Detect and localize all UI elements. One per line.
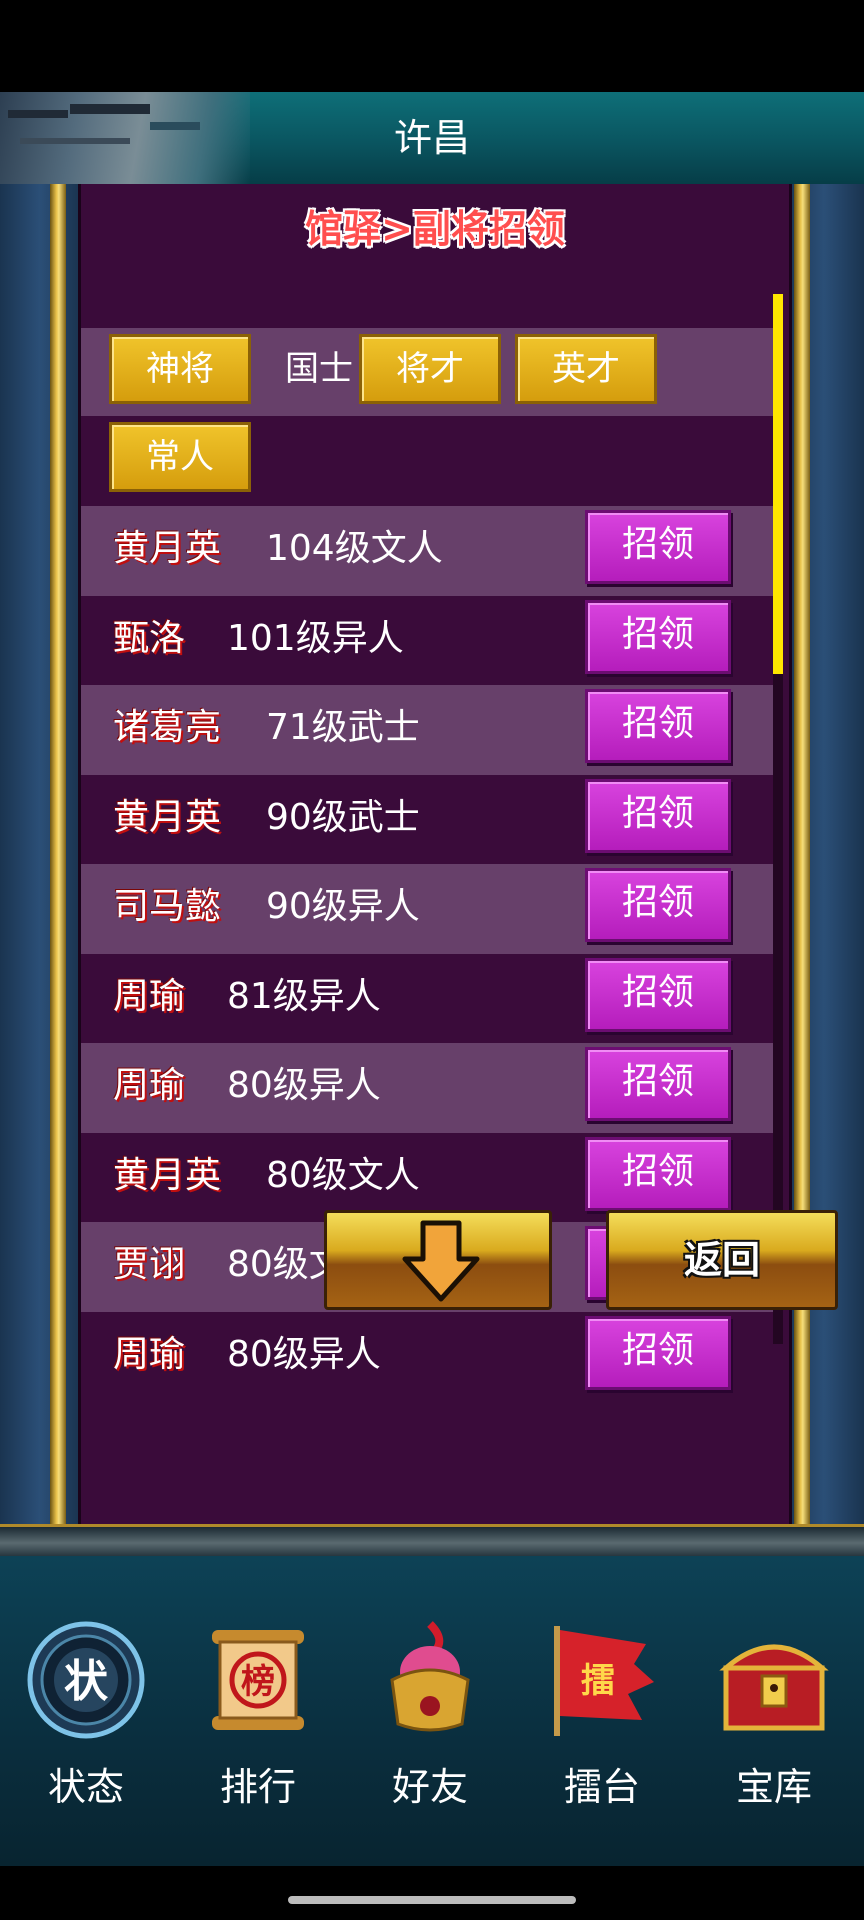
tab-treasury[interactable]: 宝库	[688, 1556, 860, 1856]
arrow-down-icon	[402, 1220, 480, 1302]
right-gold-rail	[794, 184, 810, 1524]
arena-flag-icon: 擂	[554, 1626, 654, 1736]
general-info: 80级异人	[227, 1333, 381, 1375]
recruit-button[interactable]: 招领	[585, 778, 731, 853]
filter-changren-button[interactable]: 常人	[109, 422, 251, 492]
list-item: 周瑜 80级异人 招领	[81, 1043, 773, 1133]
general-name: 黄月英	[113, 796, 222, 838]
general-info: 71级武士	[266, 707, 420, 748]
tab-status[interactable]: 状 状态	[0, 1556, 172, 1856]
back-button[interactable]: 返回	[606, 1210, 838, 1310]
general-info: 101级异人	[227, 617, 404, 659]
list-item: 黄月英 104级文人 招领	[81, 506, 773, 596]
tab-treasury-label: 宝库	[735, 1765, 812, 1809]
general-name: 甄洛	[113, 617, 186, 659]
recruit-button[interactable]: 招领	[585, 1047, 731, 1121]
general-name: 贾诩	[113, 1244, 186, 1285]
list-item: 甄洛 101级异人 招领	[81, 595, 773, 685]
recruit-panel: 馆驿>副将招领 神将 国士 将才 英才 常人 黄月英 104级文人 招领 甄洛 …	[78, 184, 792, 1524]
bottom-frame	[0, 1524, 864, 1559]
svg-text:榜: 榜	[241, 1662, 275, 1702]
general-name: 周瑜	[113, 1065, 186, 1106]
city-title: 许昌	[393, 116, 470, 160]
tab-ranking[interactable]: 榜 排行	[172, 1556, 344, 1856]
treasure-chest-icon	[719, 1644, 829, 1731]
filter-jiangcai-button[interactable]: 将才	[359, 334, 501, 404]
list-item: 诸葛亮 71级武士 招领	[81, 685, 773, 775]
general-info: 80级文人	[266, 1154, 420, 1196]
tab-arena-label: 擂台	[563, 1765, 640, 1809]
title-bar: 许昌	[0, 92, 864, 187]
general-info: 80级异人	[227, 1065, 381, 1106]
filter-row-2: 常人	[81, 416, 773, 504]
svg-text:状: 状	[64, 1656, 109, 1707]
list-item: 司马懿 90级异人 招领	[81, 864, 773, 954]
filter-row-1: 神将 国士 将才 英才	[81, 328, 773, 416]
recruit-button[interactable]: 招领	[585, 868, 731, 942]
tab-friends[interactable]: 好友	[344, 1556, 516, 1856]
general-name: 诸葛亮	[113, 707, 222, 748]
filter-guoshi-tab[interactable]: 国士	[285, 334, 353, 404]
list-item: 周瑜 81级异人 招领	[81, 953, 773, 1043]
list-item: 黄月英 80级文人 招领	[81, 1132, 773, 1222]
general-name: 黄月英	[113, 1154, 222, 1196]
left-gold-rail	[50, 184, 66, 1524]
general-name: 周瑜	[113, 975, 186, 1017]
bottom-tab-bar: 状 状态 榜 排行 好友 擂 擂台 宝库	[0, 1556, 864, 1866]
general-info: 104级文人	[266, 528, 443, 569]
tab-ranking-label: 排行	[219, 1765, 296, 1809]
status-bar	[0, 0, 864, 92]
general-info: 90级武士	[266, 796, 420, 838]
list-item: 黄月英 90级武士 招领	[81, 774, 773, 864]
general-info: 90级异人	[266, 886, 420, 927]
recruit-button[interactable]: 招领	[585, 957, 731, 1032]
general-name: 司马懿	[113, 886, 222, 927]
tab-arena[interactable]: 擂 擂台	[516, 1556, 688, 1856]
recruit-button[interactable]: 招领	[585, 510, 731, 584]
left-frame	[0, 184, 80, 1524]
filter-shenjiang-button[interactable]: 神将	[109, 334, 251, 404]
list-item: 周瑜 80级异人 招领	[81, 1311, 773, 1401]
back-button-label: 返回	[683, 1238, 760, 1282]
helmet-icon	[390, 1621, 470, 1732]
general-name: 周瑜	[113, 1333, 186, 1375]
recruit-button[interactable]: 招领	[585, 599, 731, 674]
tab-friends-label: 好友	[391, 1765, 468, 1809]
status-seal-icon: 状	[27, 1621, 145, 1739]
panel-title: 馆驿>副将招领	[305, 207, 565, 251]
general-info: 81级异人	[227, 975, 381, 1017]
home-indicator[interactable]	[288, 1896, 576, 1904]
tab-status-label: 状态	[47, 1765, 124, 1809]
general-name: 黄月英	[113, 528, 222, 569]
ranking-scroll-icon: 榜	[212, 1630, 304, 1730]
scrollbar-thumb[interactable]	[773, 294, 783, 674]
svg-text:擂: 擂	[581, 1661, 615, 1701]
filter-yingcai-button[interactable]: 英才	[515, 334, 657, 404]
nav-bar-background	[0, 1866, 864, 1920]
scroll-down-button[interactable]	[324, 1210, 552, 1310]
recruit-button[interactable]: 招领	[585, 1315, 731, 1390]
list-scrollbar[interactable]	[773, 294, 783, 1344]
recruit-button[interactable]: 招领	[585, 1136, 731, 1211]
recruit-button[interactable]: 招领	[585, 689, 731, 763]
